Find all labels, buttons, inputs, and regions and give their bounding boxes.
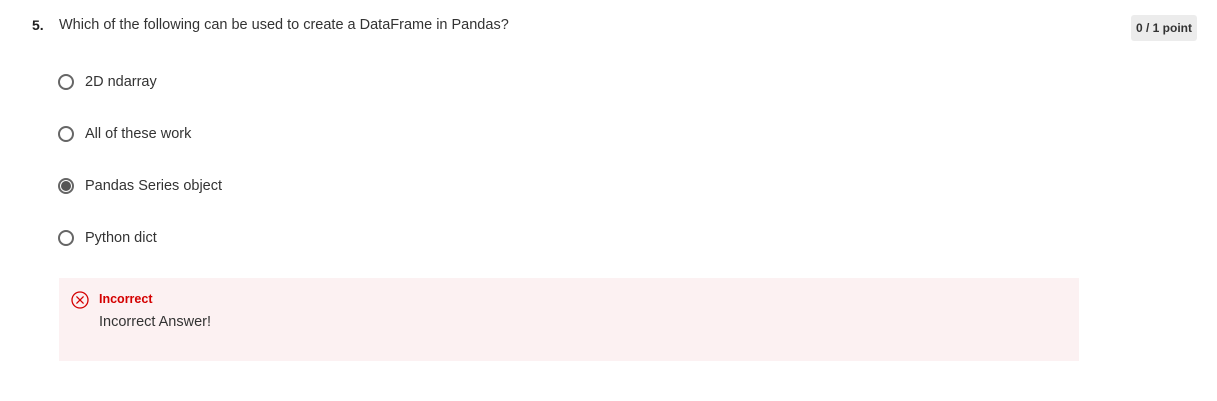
option-python-dict[interactable]: Python dict (58, 226, 157, 250)
question-number: 5. (32, 17, 44, 33)
option-label: 2D ndarray (85, 74, 157, 90)
option-label: All of these work (85, 126, 192, 142)
feedback-status: Incorrect (99, 292, 153, 306)
x-circle-icon (71, 291, 89, 309)
radio-button[interactable] (58, 230, 74, 246)
option-label: Pandas Series object (85, 178, 223, 194)
radio-button[interactable] (58, 74, 74, 90)
radio-button[interactable] (58, 126, 74, 142)
option-2d-ndarray[interactable]: 2D ndarray (58, 70, 157, 94)
option-all-of-these-work[interactable]: All of these work (58, 122, 191, 146)
option-pandas-series-object[interactable]: Pandas Series object (58, 174, 222, 198)
radio-button[interactable] (58, 178, 74, 194)
points-badge: 0 / 1 point (1131, 15, 1197, 41)
feedback-message: Incorrect Answer! (99, 314, 212, 330)
option-label: Python dict (85, 230, 157, 246)
feedback-panel: Incorrect Incorrect Answer! (59, 278, 1079, 361)
question-text: Which of the following can be used to cr… (59, 17, 509, 33)
